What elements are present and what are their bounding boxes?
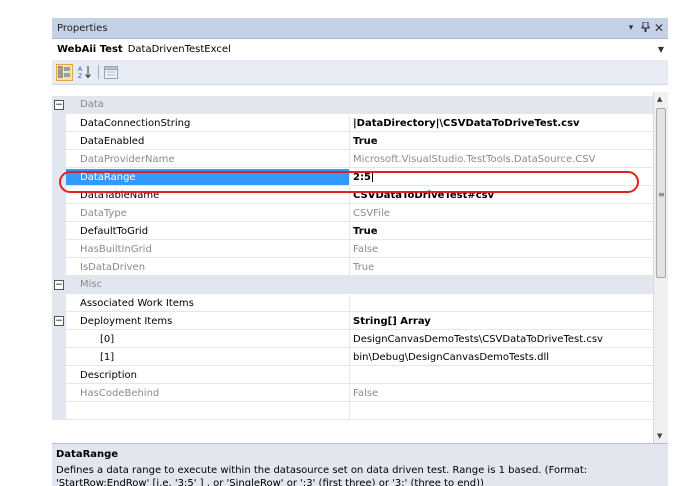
property-row-defaulttogrid[interactable]: DefaultToGrid True <box>52 222 653 240</box>
scroll-up-icon[interactable]: ▲ <box>657 95 662 103</box>
object-name: WebAii Test <box>57 44 123 55</box>
category-misc[interactable]: − Misc <box>52 276 653 294</box>
property-pages-icon[interactable] <box>103 64 119 80</box>
property-row-associated-work-items[interactable]: Associated Work Items <box>52 294 653 312</box>
property-value[interactable]: String[] Array <box>350 313 653 330</box>
property-name: IsDataDriven <box>66 258 350 276</box>
window-title: Properties <box>57 22 108 34</box>
property-value: CSVFile <box>350 205 653 222</box>
object-type: DataDrivenTestExcel <box>127 44 231 55</box>
description-pane: DataRange Defines a data range to execut… <box>52 443 668 486</box>
property-row-description[interactable]: Description <box>52 366 653 384</box>
window-menu-dropdown-icon[interactable]: ▾ <box>624 23 638 33</box>
property-value: Microsoft.VisualStudio.TestTools.DataSou… <box>350 151 653 168</box>
property-name: Deployment Items <box>66 312 350 330</box>
alphabetical-icon[interactable]: A Z <box>77 64 93 80</box>
property-row-deployment-item-1[interactable]: [1] bin\Debug\DesignCanvasDemoTests.dll <box>52 348 653 366</box>
svg-text:A: A <box>78 66 83 73</box>
collapse-icon[interactable]: − <box>54 280 64 290</box>
property-row-hasbuiltingrid[interactable]: HasBuiltInGrid False <box>52 240 653 258</box>
property-row-deployment-items[interactable]: − Deployment Items String[] Array <box>52 312 653 330</box>
scrollbar-grip-icon: ≡ <box>658 190 665 199</box>
property-value[interactable]: DesignCanvasDemoTests\CSVDataToDriveTest… <box>350 331 653 348</box>
property-row-deployment-item-0[interactable]: [0] DesignCanvasDemoTests\CSVDataToDrive… <box>52 330 653 348</box>
properties-window: Properties ▾ ✕ WebAii Test DataDrivenTes… <box>52 18 668 486</box>
pin-icon[interactable] <box>638 21 652 35</box>
properties-toolbar: A Z <box>52 60 668 85</box>
property-row-datatablename[interactable]: DataTableName CSVDataToDriveTest#csv <box>52 186 653 204</box>
close-icon[interactable]: ✕ <box>652 21 666 35</box>
property-grid: − Data DataConnectionString |DataDirecto… <box>52 92 653 443</box>
property-name: [1] <box>66 348 350 366</box>
property-value[interactable] <box>350 295 653 312</box>
property-name: HasCodeBehind <box>66 384 350 402</box>
property-name: Description <box>66 366 350 384</box>
property-row-partial <box>52 402 653 420</box>
property-row-dataconnectionstring[interactable]: DataConnectionString |DataDirectory|\CSV… <box>52 114 653 132</box>
collapse-icon[interactable]: − <box>54 316 64 326</box>
property-value[interactable]: |DataDirectory|\CSVDataToDriveTest.csv <box>350 115 653 132</box>
property-value: False <box>350 385 653 402</box>
property-value: False <box>350 241 653 258</box>
description-text: Defines a data range to execute within t… <box>56 465 588 486</box>
property-name: HasBuiltInGrid <box>66 240 350 258</box>
property-value[interactable]: True <box>350 133 653 150</box>
object-selector[interactable]: WebAii Test DataDrivenTestExcel ▼ <box>52 39 668 61</box>
property-name: DataProviderName <box>66 150 350 168</box>
svg-text:Z: Z <box>78 73 82 79</box>
property-name: DataConnectionString <box>66 114 350 132</box>
property-name: Associated Work Items <box>66 294 350 312</box>
collapse-icon[interactable]: − <box>54 100 64 110</box>
categorized-icon[interactable] <box>56 63 73 81</box>
chevron-down-icon[interactable]: ▼ <box>658 45 664 54</box>
scroll-down-icon[interactable]: ▼ <box>657 432 662 440</box>
property-row-isdatadriven[interactable]: IsDataDriven True <box>52 258 653 276</box>
property-value[interactable]: CSVDataToDriveTest#csv <box>350 187 653 204</box>
property-value[interactable] <box>350 367 653 384</box>
description-title: DataRange <box>56 449 119 460</box>
property-name: DataEnabled <box>66 132 350 150</box>
property-name: DataTableName <box>66 186 350 204</box>
toolbar-separator <box>98 65 99 79</box>
property-value[interactable]: 2:5 <box>353 172 371 183</box>
category-label: Data <box>80 99 104 110</box>
text-caret <box>371 170 373 182</box>
property-value[interactable]: True <box>350 223 653 240</box>
property-row-dataenabled[interactable]: DataEnabled True <box>52 132 653 150</box>
property-name: DataRange <box>66 168 350 186</box>
property-value: True <box>350 259 653 276</box>
property-name: DefaultToGrid <box>66 222 350 240</box>
property-value[interactable]: bin\Debug\DesignCanvasDemoTests.dll <box>350 349 653 366</box>
category-data[interactable]: − Data <box>52 96 653 114</box>
property-row-hascodebehind[interactable]: HasCodeBehind False <box>52 384 653 402</box>
property-name: [0] <box>66 330 350 348</box>
vertical-scrollbar[interactable]: ▲ ≡ ▼ <box>653 92 668 443</box>
property-row-dataprovidername[interactable]: DataProviderName Microsoft.VisualStudio.… <box>52 150 653 168</box>
category-label: Misc <box>80 279 103 290</box>
property-value-editor[interactable]: 2:5 <box>350 168 653 186</box>
property-row-datatype[interactable]: DataType CSVFile <box>52 204 653 222</box>
property-name: DataType <box>66 204 350 222</box>
property-row-datarange[interactable]: DataRange 2:5 <box>52 168 653 186</box>
title-bar: Properties ▾ ✕ <box>52 18 668 39</box>
